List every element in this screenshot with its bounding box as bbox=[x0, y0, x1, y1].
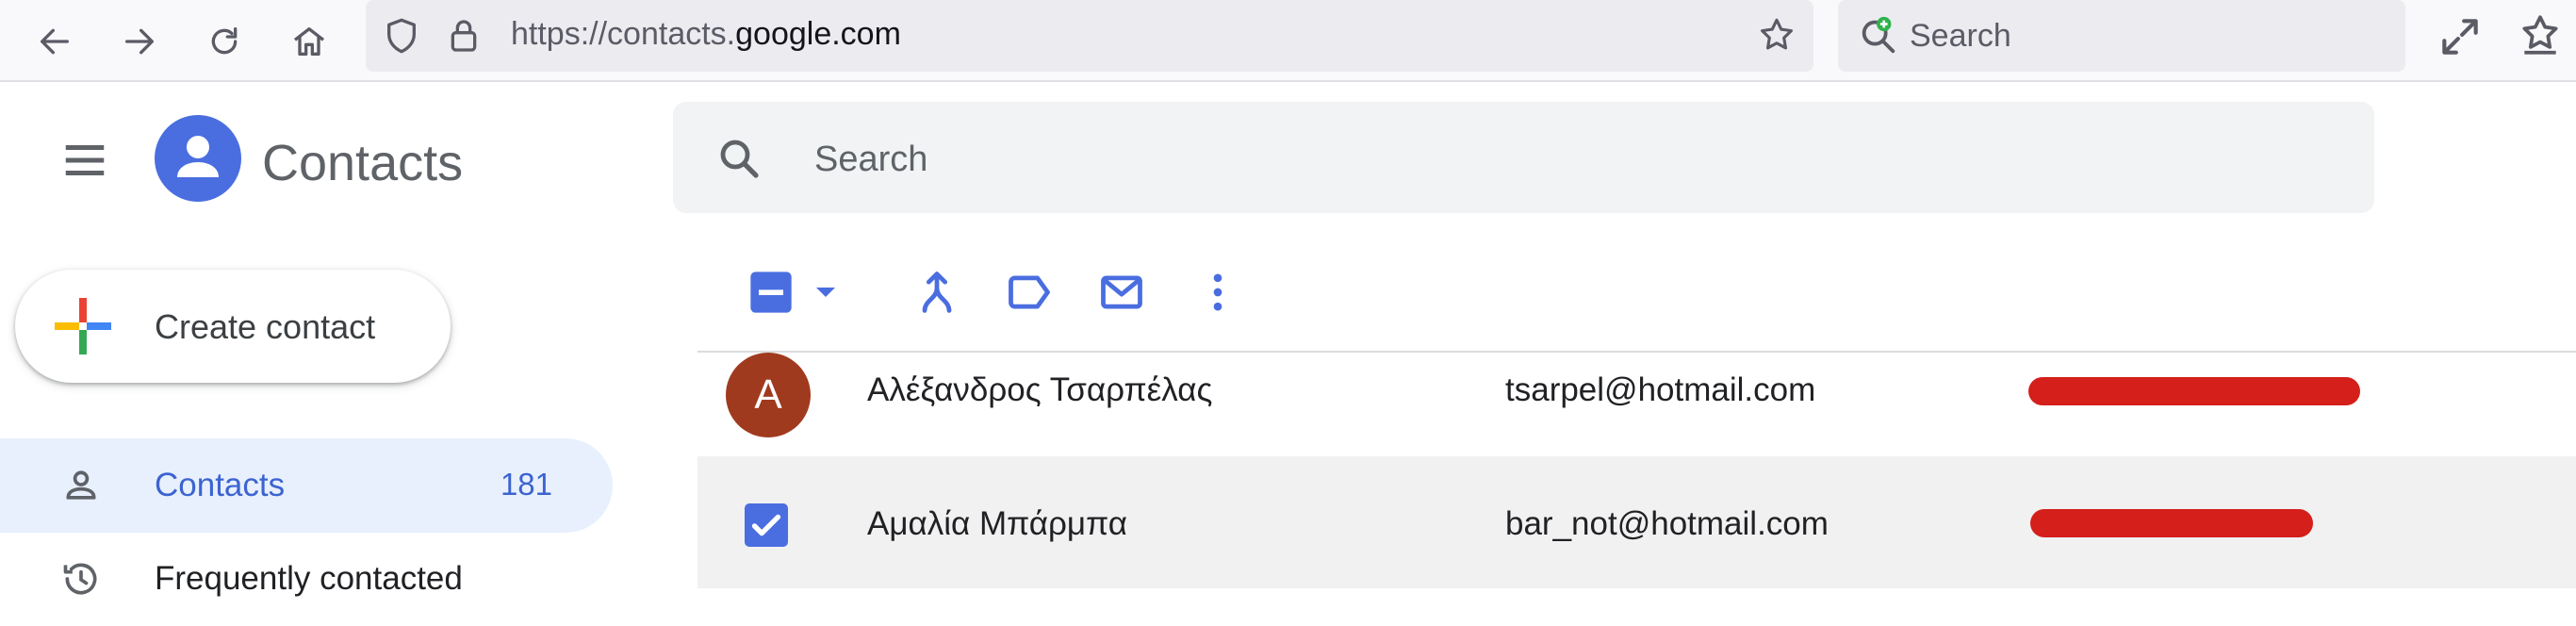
send-email-button[interactable] bbox=[1095, 266, 1148, 319]
contact-row[interactable]: A Αλέξανδρος Τσαρπέλας tsarpel@hotmail.c… bbox=[697, 353, 2576, 456]
app-title[interactable]: Contacts bbox=[262, 134, 463, 192]
history-icon bbox=[63, 563, 97, 595]
home-button[interactable] bbox=[279, 11, 339, 72]
redaction-mark bbox=[2028, 377, 2360, 405]
indeterminate-checkbox-icon bbox=[750, 272, 792, 313]
plus-icon bbox=[55, 298, 111, 354]
home-icon bbox=[293, 27, 325, 56]
search-engine-icon bbox=[1862, 16, 1895, 54]
contacts-logo[interactable] bbox=[155, 115, 241, 202]
label-button[interactable] bbox=[1003, 266, 1056, 319]
email-icon bbox=[1101, 275, 1142, 309]
more-vert-icon bbox=[1213, 273, 1222, 311]
redaction-mark bbox=[2030, 509, 2313, 537]
bookmark-star-icon[interactable] bbox=[1757, 15, 1797, 55]
web-search-placeholder: Search bbox=[1910, 18, 2011, 54]
sidebar-item-contacts[interactable]: Contacts 181 bbox=[0, 438, 613, 533]
contact-name: Αλέξανδρος Τσαρπέλας bbox=[867, 371, 1213, 408]
contact-row-selected[interactable]: Αμαλία Μπάρμπα bar_not@hotmail.com 69461… bbox=[697, 456, 2576, 588]
extensions-icon[interactable] bbox=[2517, 11, 2564, 58]
browser-toolbar: https://contacts.google.com Search bbox=[0, 0, 2576, 82]
forward-button[interactable] bbox=[109, 11, 170, 72]
row-checkbox[interactable] bbox=[745, 503, 788, 547]
create-contact-label: Create contact bbox=[155, 307, 376, 346]
forward-arrow-icon bbox=[125, 28, 154, 55]
url-prefix: https://contacts. bbox=[511, 16, 736, 52]
contacts-person-icon bbox=[177, 136, 219, 177]
expand-icon[interactable] bbox=[2437, 13, 2484, 60]
lock-icon[interactable] bbox=[445, 16, 483, 56]
web-search-bar[interactable]: Search bbox=[1838, 0, 2405, 72]
shield-icon[interactable] bbox=[383, 17, 420, 55]
contact-name: Αμαλία Μπάρμπα bbox=[867, 505, 1127, 542]
sidebar-item-frequently-contacted[interactable]: Frequently contacted bbox=[0, 532, 613, 626]
select-all-checkbox[interactable] bbox=[745, 266, 797, 319]
sidebar-item-label: Contacts bbox=[155, 467, 286, 503]
contact-email: tsarpel@hotmail.com bbox=[1505, 371, 1816, 408]
avatar[interactable]: A bbox=[726, 353, 811, 437]
merge-icon bbox=[922, 272, 952, 313]
label-icon bbox=[1009, 275, 1050, 309]
address-bar[interactable]: https://contacts.google.com bbox=[366, 0, 1813, 72]
main-menu-button[interactable] bbox=[47, 132, 123, 189]
back-button[interactable] bbox=[25, 11, 85, 72]
select-dropdown-button[interactable] bbox=[807, 273, 845, 311]
reload-icon bbox=[211, 27, 238, 55]
person-icon bbox=[66, 470, 96, 500]
search-icon[interactable] bbox=[716, 136, 762, 181]
more-actions-button[interactable] bbox=[1191, 266, 1244, 319]
hamburger-menu-icon bbox=[65, 145, 105, 175]
contact-email: bar_not@hotmail.com bbox=[1505, 505, 1829, 542]
reload-button[interactable] bbox=[194, 11, 254, 72]
contacts-search-box[interactable]: Search bbox=[673, 102, 2374, 213]
checkmark-icon bbox=[751, 514, 781, 536]
url-text[interactable]: https://contacts.google.com bbox=[511, 16, 901, 53]
search-input[interactable]: Search bbox=[814, 140, 927, 180]
contacts-count: 181 bbox=[500, 467, 552, 502]
url-domain: google.com bbox=[735, 16, 901, 52]
caret-down-icon bbox=[816, 288, 835, 297]
sidebar-item-label: Frequently contacted bbox=[155, 560, 463, 597]
create-contact-button[interactable]: Create contact bbox=[15, 270, 451, 383]
back-arrow-icon bbox=[41, 28, 70, 55]
merge-button[interactable] bbox=[911, 266, 963, 319]
